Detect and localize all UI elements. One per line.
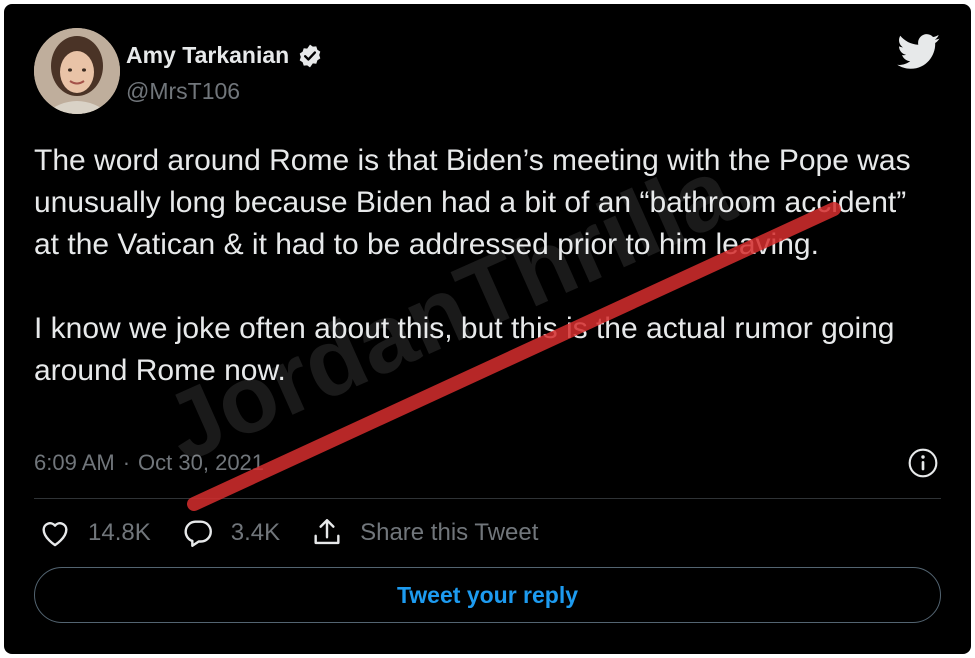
author-name-row: Amy Tarkanian: [126, 42, 323, 69]
reply-count: 3.4K: [230, 519, 281, 546]
verified-badge-icon: [299, 44, 321, 67]
share-button[interactable]: Share this Tweet: [310, 516, 538, 550]
tweet-timestamp[interactable]: 6:09 AM · Oct 30, 2021: [34, 450, 264, 476]
like-button[interactable]: 14.8K: [38, 516, 151, 550]
tweet-paragraph: The word around Rome is that Biden’s mee…: [34, 144, 911, 261]
tweet-date: Oct 30, 2021: [138, 450, 265, 475]
timestamp-separator: ·: [122, 450, 131, 475]
share-upload-icon: [314, 519, 340, 545]
tweet-time: 6:09 AM: [34, 450, 115, 475]
avatar-photo: [34, 28, 120, 114]
comment-bubble-icon: [184, 520, 212, 547]
heart-icon: [42, 522, 68, 547]
divider: [34, 498, 941, 499]
avatar[interactable]: [34, 28, 120, 114]
like-count: 14.8K: [88, 519, 151, 546]
tweet-reply-button[interactable]: Tweet your reply: [34, 567, 941, 623]
tweet-paragraph: I know we joke often about this, but thi…: [34, 312, 895, 387]
tweet-card: Amy Tarkanian @MrsT106 The word around R…: [4, 4, 971, 654]
twitter-bird-icon[interactable]: [897, 34, 941, 70]
author-handle[interactable]: @MrsT106: [126, 78, 240, 105]
share-label: Share this Tweet: [360, 519, 539, 546]
tweet-actions: 14.8K 3.4K Share this Tweet: [38, 516, 568, 550]
info-icon[interactable]: [907, 447, 939, 479]
author-name[interactable]: Amy Tarkanian: [126, 42, 289, 69]
tweet-body: The word around Rome is that Biden’s mee…: [34, 140, 924, 392]
reply-count-button[interactable]: 3.4K: [181, 516, 280, 550]
